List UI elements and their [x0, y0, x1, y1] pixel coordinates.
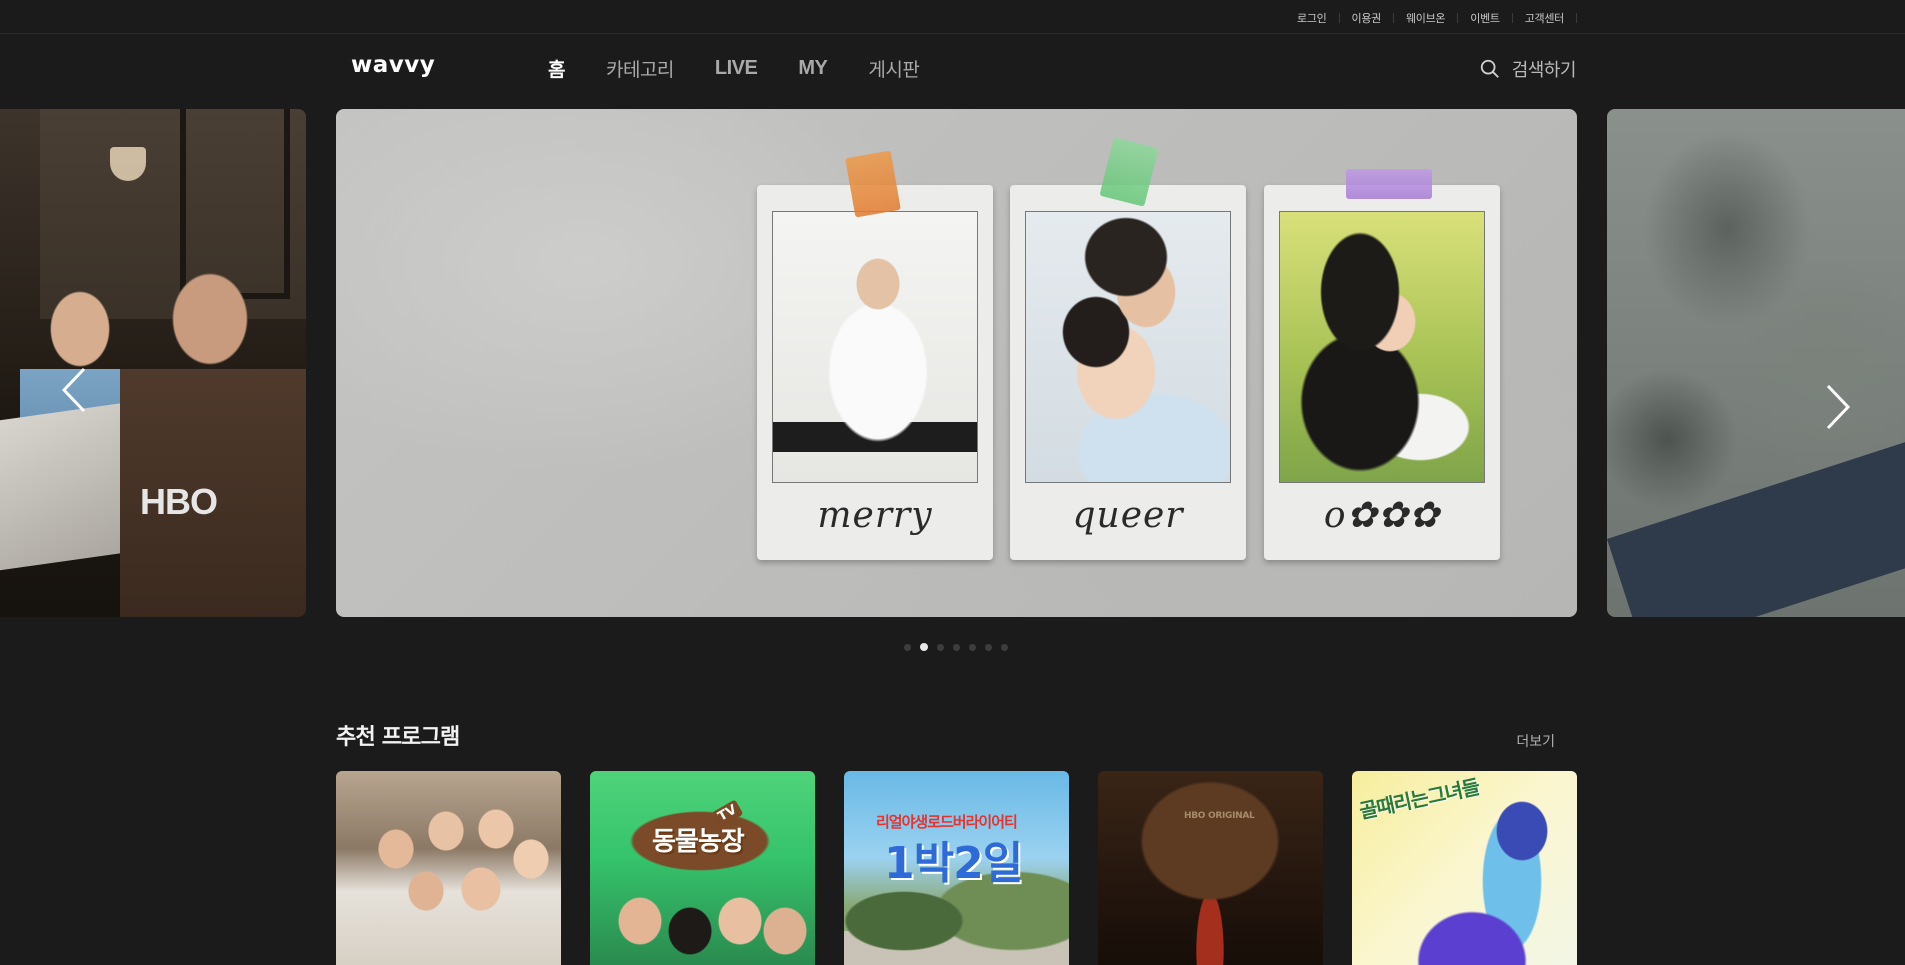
polaroid-card: merry	[757, 185, 993, 560]
chevron-left-icon	[61, 367, 86, 413]
wavve-on-link[interactable]: 웨이브온	[1406, 10, 1446, 26]
carousel-slide-active[interactable]: merry queer o✿✿✿	[336, 109, 1577, 617]
polaroid-photo	[1279, 211, 1485, 483]
search-button[interactable]: 검색하기	[1479, 56, 1577, 82]
divider	[1338, 13, 1340, 23]
utility-links: 로그인 이용권 웨이브온 이벤트 고객센터	[1297, 10, 1577, 26]
polaroid-caption: merry	[817, 495, 933, 536]
divider	[1457, 13, 1459, 23]
slide-figure	[120, 229, 306, 617]
main-nav: 홈 카테고리 LIVE MY 게시판	[548, 55, 960, 82]
more-button[interactable]: 더보기	[1516, 731, 1555, 751]
carousel-slide-prev[interactable]: HBO	[0, 109, 306, 617]
carousel-dot[interactable]	[969, 643, 976, 651]
polaroid-caption: o✿✿✿	[1323, 495, 1441, 536]
chevron-right-icon	[1826, 384, 1851, 430]
polaroid-photo	[1025, 211, 1231, 483]
polaroid-card: queer	[1010, 185, 1246, 560]
carousel-next-button[interactable]	[1818, 377, 1858, 437]
program-poster	[590, 771, 815, 965]
carousel-dot[interactable]	[937, 643, 944, 651]
poster-title: 1박2일	[884, 838, 1023, 889]
poster-subtitle: HBO ORIGINAL	[1184, 811, 1255, 821]
carousel-dot[interactable]	[953, 643, 960, 651]
carousel-dot[interactable]	[904, 643, 911, 651]
logo[interactable]: wavvy	[351, 52, 435, 78]
section-title-recommended: 추천 프로그램	[336, 725, 460, 750]
program-card[interactable]: HBO ORIGINAL	[1098, 771, 1323, 965]
search-icon	[1480, 59, 1499, 78]
carousel-dot[interactable]	[1001, 643, 1008, 651]
program-card[interactable]: 골때리는그녀들	[1352, 771, 1577, 965]
customer-center-link[interactable]: 고객센터	[1525, 10, 1565, 26]
nav-home[interactable]: 홈	[548, 55, 565, 82]
program-card[interactable]: 리얼야생로드버라이어티 1박2일	[844, 771, 1069, 965]
program-poster	[1098, 771, 1323, 965]
carousel-dots	[904, 643, 1017, 651]
divider	[1392, 13, 1394, 23]
nav-category[interactable]: 카테고리	[606, 55, 674, 82]
hbo-logo: HBO	[140, 481, 218, 522]
nav-board[interactable]: 게시판	[868, 55, 919, 82]
hero-carousel: HBO merry queer o✿✿✿	[0, 109, 1905, 617]
event-link[interactable]: 이벤트	[1470, 10, 1500, 26]
tape-orange	[845, 150, 901, 218]
tape-purple	[1346, 169, 1432, 199]
divider	[1511, 13, 1513, 23]
utility-bar: 로그인 이용권 웨이브온 이벤트 고객센터	[0, 0, 1905, 34]
carousel-prev-button[interactable]	[54, 360, 94, 420]
polaroid-card: o✿✿✿	[1264, 185, 1500, 560]
program-list: 동물농장 TV 리얼야생로드버라이어티 1박2일 HBO ORIGINAL 골때…	[336, 771, 1577, 965]
carousel-dot[interactable]	[985, 643, 992, 651]
slide-background	[1607, 415, 1905, 617]
login-link[interactable]: 로그인	[1297, 10, 1327, 26]
nav-my[interactable]: MY	[798, 57, 828, 80]
carousel-slide-next[interactable]	[1607, 109, 1905, 617]
program-poster	[336, 771, 561, 965]
nav-live[interactable]: LIVE	[715, 57, 758, 80]
carousel-dot[interactable]	[920, 643, 928, 651]
program-card[interactable]: 동물농장 TV	[590, 771, 815, 965]
program-card[interactable]	[336, 771, 561, 965]
subscription-link[interactable]: 이용권	[1352, 10, 1382, 26]
poster-title: 동물농장	[652, 827, 745, 857]
polaroid-photo	[772, 211, 978, 483]
divider	[1576, 13, 1577, 23]
polaroid-caption: queer	[1072, 495, 1184, 536]
main-header: wavvy 홈 카테고리 LIVE MY 게시판 검색하기	[0, 35, 1905, 109]
search-label: 검색하기	[1511, 60, 1577, 81]
